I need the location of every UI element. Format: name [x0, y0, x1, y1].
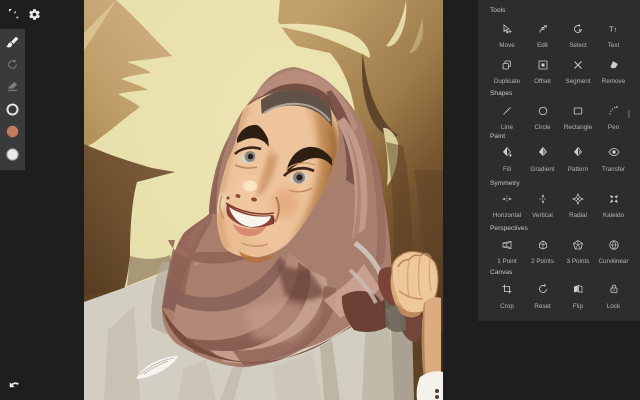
svg-text:T: T [609, 25, 614, 34]
svg-text:t: t [614, 28, 616, 34]
